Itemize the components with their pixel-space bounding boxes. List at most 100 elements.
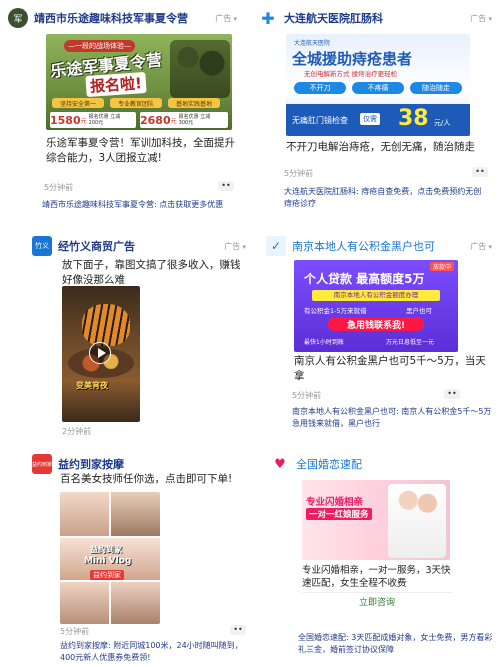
creative-headline-1: 专业闪婚相亲 <box>306 497 364 508</box>
video-caption: 变美宵夜 <box>76 381 108 390</box>
ad-body-text[interactable]: 不开刀电解治痔疮，无创无痛，随治随走 <box>286 140 486 155</box>
photo-tile-1 <box>60 492 109 536</box>
ad-card-hospital[interactable]: ✚ 大连航天医院肛肠科 广告 大连航天医院 全城援助痔疮患者 无创电解新方式 揉… <box>250 0 500 222</box>
price-badge: 仅需 <box>360 113 380 125</box>
play-button-icon[interactable] <box>89 342 111 364</box>
hospital-cross-icon[interactable]: ✚ <box>258 8 278 28</box>
creative-feature-3: 基地实践基地 <box>168 98 220 108</box>
couple-figure <box>388 484 446 558</box>
price-label: 无痛肛门镜检查 <box>292 116 348 125</box>
ad-card-massage[interactable]: 益约到家 益约到家按摩 百名美女技师任你选，点击即可下单! 益约到家 Mini … <box>24 446 252 667</box>
ad-label[interactable]: 广告 <box>470 13 492 24</box>
price-left-note: 报名优惠 立减200元 <box>88 114 121 126</box>
creative-corner-tag: 放款中 <box>429 262 454 271</box>
ad-footer-comment[interactable]: 全国婚恋速配: 3天匹配成婚对象，女士免费，男方看彩礼三金，婚前签订协议保障 <box>298 632 496 656</box>
price-bar: 无痛肛门镜检查 仅需 38 元/人 <box>286 104 470 136</box>
ad-label[interactable]: 广告 <box>215 13 237 24</box>
shield-check-icon[interactable]: ✓ <box>266 236 286 256</box>
ad-timestamp: 5分钟前 <box>60 627 90 636</box>
price-left-value: 1580 <box>50 113 81 127</box>
overlay-text-3: 益约到家 <box>90 570 124 580</box>
ad-card-loan[interactable]: ✓ 南京本地人有公积金黑户也可 广告 放款中 个人贷款 最高额度5万 南京本地人… <box>258 228 500 442</box>
creative-banner: 南京本地人有公积金额度办理 <box>312 290 440 301</box>
ad-body-text[interactable]: 专业闪婚相亲，一对一服务，3天快速匹配，女生全程不收费 <box>302 564 458 590</box>
ad-card-header: ♥ 全国婚恋速配 <box>270 452 492 476</box>
ad-body-text[interactable]: 百名美女技师任你选，点击即可下单! <box>60 472 246 487</box>
creative-feature-1: 不开刀 <box>294 82 346 94</box>
creative-tag: 大连航天医院 <box>294 40 331 47</box>
ad-card-commerce[interactable]: 竹义 经竹义商贸广告 广告 放下面子，靠图文搞了很多收入，赚钱好像没那么难 变美… <box>24 228 254 442</box>
more-options-button[interactable]: •• <box>472 167 488 177</box>
more-options-button[interactable]: •• <box>230 625 246 635</box>
ad-card-header: 竹义 经竹义商贸广告 广告 <box>32 234 246 258</box>
ad-creative-video[interactable]: 变美宵夜 <box>62 286 140 422</box>
overlay-text-1: 益约到家 <box>90 545 122 554</box>
ad-timestamp: 5分钟前 <box>284 169 314 178</box>
ad-card-summer-camp[interactable]: 军 靖西市乐途趣味科技军事夏令营 广告 —一段的战场体验— 乐途军事夏令营 报名… <box>0 0 245 222</box>
creative-subline: 报名啦! <box>85 71 147 98</box>
ad-creative-image[interactable]: —一段的战场体验— 乐途军事夏令营 报名啦! 坚持安全第一 专业教官团队 基地实… <box>46 34 232 130</box>
price-block-left: 1580 元 报名优惠 立减200元 <box>50 112 136 128</box>
ad-footer-comment[interactable]: 大连航天医院肛肠科: 痔疮自查免费，点击免费预约无创痔疮诊疗 <box>284 186 484 210</box>
more-options-button[interactable]: •• <box>218 181 234 191</box>
creative-line-1: 最快1小时到账 <box>304 339 344 346</box>
overlay-text-2: Mini Vlog <box>84 556 132 566</box>
ad-timestamp: 2分钟前 <box>62 427 92 436</box>
creative-feature-1: 坚持安全第一 <box>52 98 104 108</box>
creative-headline: 全城援助痔疮患者 <box>292 50 413 68</box>
ad-creative-image[interactable]: 益约到家 Mini Vlog 益约到家 <box>60 492 160 624</box>
ad-timestamp: 5分钟前 <box>292 391 322 400</box>
soldiers-figure <box>170 40 230 98</box>
ad-card-header: ✚ 大连航天医院肛肠科 广告 <box>258 6 492 30</box>
photo-tile-4 <box>60 582 109 624</box>
ad-card-dating[interactable]: ♥ 全国婚恋速配 专业闪婚相亲 一对一红娘服务 专业闪婚相亲，一对一服务，3天快… <box>262 446 500 667</box>
ad-creative-image[interactable]: 放款中 个人贷款 最高额度5万 南京本地人有公积金额度办理 有公积金1-5万来就… <box>294 260 458 352</box>
tiger-figure <box>82 304 130 346</box>
creative-row-2: 黑户也可 <box>406 307 432 315</box>
price-right-value: 2680 <box>140 113 171 127</box>
ad-label[interactable]: 广告 <box>224 241 246 252</box>
ad-card-header: 军 靖西市乐途趣味科技军事夏令营 广告 <box>8 6 237 30</box>
creative-cta: 急用钱联系我! <box>328 317 424 331</box>
ad-creative-image[interactable]: 大连航天医院 全城援助痔疮患者 无创电解新方式 揉痔治疗更轻松 不开刀 不疼痛 … <box>286 34 470 136</box>
advertiser-name[interactable]: 经竹义商贸广告 <box>58 238 220 254</box>
more-options-button[interactable]: •• <box>444 389 460 399</box>
advertiser-name[interactable]: 全国婚恋速配 <box>296 456 492 472</box>
price-block-right: 2680 元 报名优惠 立减300元 <box>140 112 228 128</box>
advertiser-name[interactable]: 南京本地人有公积金黑户也可 <box>292 238 466 254</box>
ad-body-text[interactable]: 南京人有公积金黑户也可5千～5万，当天拿 <box>294 354 494 384</box>
creative-headline-2: 一对一红娘服务 <box>306 508 372 520</box>
creative-feature-2: 不疼痛 <box>352 82 404 94</box>
ad-body-text[interactable]: 乐途军事夏令营！军训加科技，全面提升综合能力，3人团报立减! <box>46 136 236 166</box>
advertiser-logo[interactable]: 竹义 <box>32 236 52 256</box>
ad-footer-comment[interactable]: 益约到家按摩: 附近同城100米，24小时随叫随到，400元新人优惠券免费领! <box>60 640 244 664</box>
creative-line-2: 万元日息低至一元 <box>386 339 435 346</box>
creative-row-1: 有公积金1-5万来就借 <box>304 307 367 315</box>
advertiser-logo[interactable]: 军 <box>8 8 28 28</box>
ad-body-text[interactable]: 放下面子，靠图文搞了很多收入，赚钱好像没那么难 <box>62 258 248 288</box>
ad-card-header: ✓ 南京本地人有公积金黑户也可 广告 <box>266 234 492 258</box>
price-left-unit: 元 <box>80 117 87 125</box>
creative-subline: 无创电解新方式 揉痔治疗更轻松 <box>304 70 398 78</box>
cta-divider <box>302 592 452 593</box>
price-unit: 元/人 <box>434 119 451 127</box>
advertiser-name[interactable]: 大连航天医院肛肠科 <box>284 10 466 26</box>
heart-icon[interactable]: ♥ <box>270 454 290 474</box>
creative-headline: 个人贷款 最高额度5万 <box>304 272 425 286</box>
photo-tile-5 <box>111 582 160 624</box>
advertiser-logo[interactable]: 益约到家 <box>32 454 52 474</box>
advertiser-name[interactable]: 靖西市乐途趣味科技军事夏令营 <box>34 10 211 26</box>
advertiser-name[interactable]: 益约到家按摩 <box>58 456 244 472</box>
consult-now-button[interactable]: 立即咨询 <box>302 595 452 608</box>
photo-tile-2 <box>111 492 160 536</box>
ad-creative-image[interactable]: 专业闪婚相亲 一对一红娘服务 <box>302 480 450 560</box>
price-right-note: 报名优惠 立减300元 <box>178 114 211 126</box>
ad-label[interactable]: 广告 <box>470 241 492 252</box>
creative-feature-2: 专业教官团队 <box>110 98 162 108</box>
ad-footer-comment[interactable]: 南京本地人有公积金黑户也可: 南京人有公积金5千～5万急用钱来就借，黑户也行 <box>292 406 492 430</box>
ad-footer-comment[interactable]: 靖西市乐途趣味科技军事夏令营: 点击获取更多优惠 <box>42 199 238 211</box>
price-value: 38 <box>398 106 429 131</box>
ad-timestamp: 5分钟前 <box>44 183 74 192</box>
creative-feature-3: 随治随走 <box>410 82 462 94</box>
price-right-unit: 元 <box>170 117 177 125</box>
